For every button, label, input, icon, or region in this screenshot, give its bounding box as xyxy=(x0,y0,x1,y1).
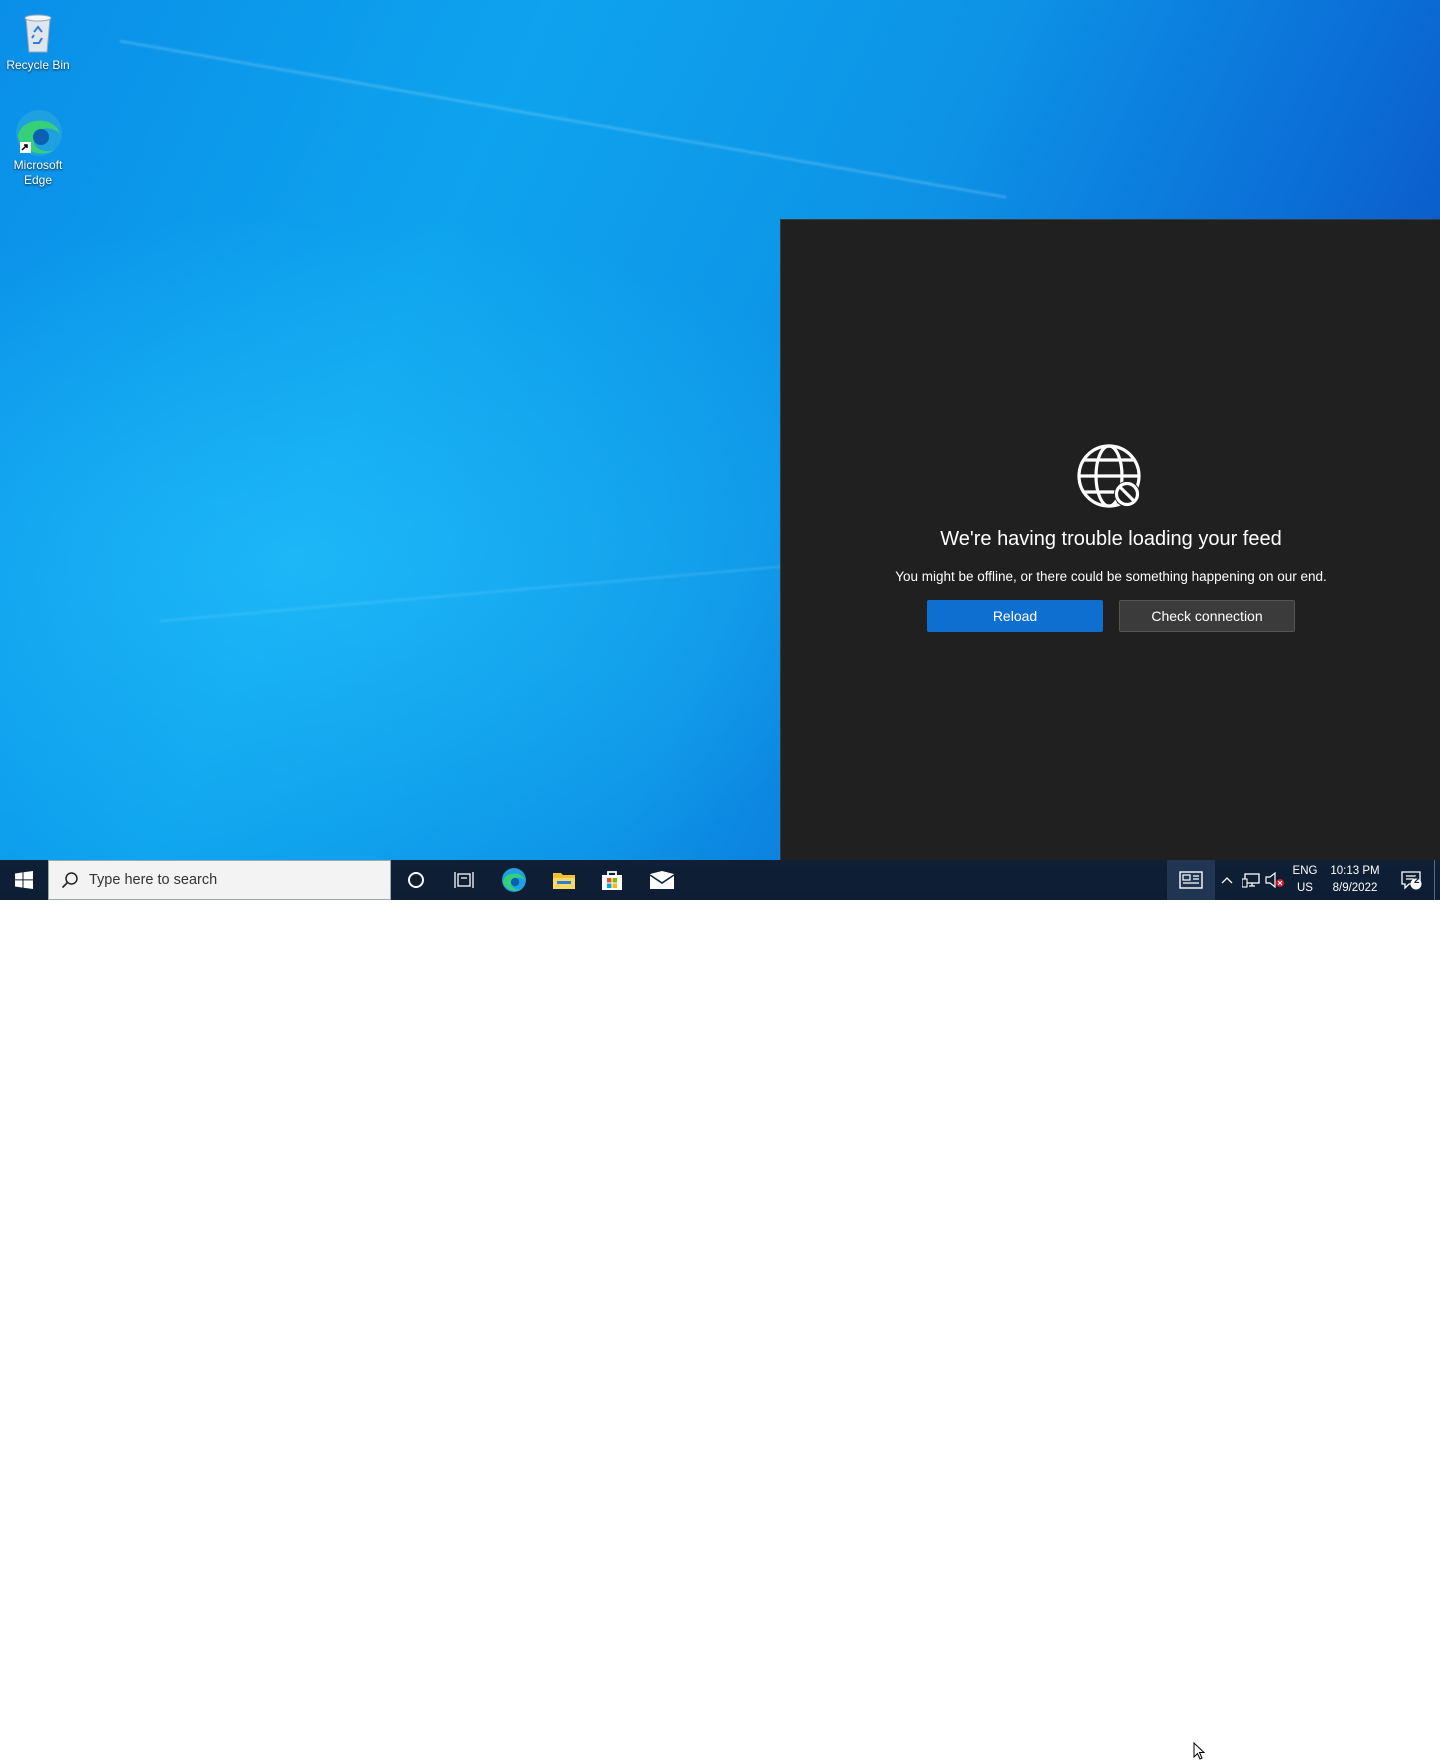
cortana-icon xyxy=(408,872,424,888)
region-label: US xyxy=(1297,882,1313,894)
desktop-icon-label: Recycle Bin xyxy=(6,58,70,72)
start-button[interactable] xyxy=(0,860,48,900)
store-icon xyxy=(602,871,622,890)
task-view-icon xyxy=(454,872,474,888)
recycle-bin-icon xyxy=(14,8,62,56)
search-icon xyxy=(61,872,78,889)
news-interests-button[interactable] xyxy=(1167,860,1215,900)
feed-error-message: You might be offline, or there could be … xyxy=(895,569,1327,584)
search-box[interactable]: Type here to search xyxy=(48,860,391,900)
mail-button[interactable] xyxy=(638,860,686,900)
store-button[interactable] xyxy=(588,860,636,900)
search-placeholder: Type here to search xyxy=(89,872,218,888)
reload-button[interactable]: Reload xyxy=(927,600,1103,632)
network-button[interactable] xyxy=(1239,860,1263,900)
edge-icon xyxy=(502,868,526,892)
show-desktop-button[interactable] xyxy=(1434,860,1440,900)
desktop-icon-label: Microsoft Edge xyxy=(13,158,63,187)
task-view-button[interactable] xyxy=(440,860,488,900)
file-explorer-icon xyxy=(553,873,575,889)
feed-error-title: We're having trouble loading your feed xyxy=(940,528,1282,550)
news-feed-panel: We're having trouble loading your feed Y… xyxy=(780,219,1440,861)
notification-count-badge: 2 xyxy=(1414,875,1420,886)
desktop-icon-edge[interactable]: Microsoft Edge xyxy=(0,108,76,188)
globe-blocked-icon xyxy=(1077,444,1141,508)
file-explorer-button[interactable] xyxy=(540,860,588,900)
volume-muted-icon xyxy=(1265,872,1284,888)
taskbar: Type here to search ENG US 10:13 PM 8/9/… xyxy=(0,860,1440,1760)
windows-logo-icon xyxy=(15,871,33,889)
action-center-button[interactable]: 2 xyxy=(1392,860,1432,900)
show-hidden-icons-button[interactable] xyxy=(1217,860,1237,900)
mouse-cursor-icon xyxy=(1193,1742,1206,1760)
news-icon xyxy=(1179,871,1203,889)
check-connection-button[interactable]: Check connection xyxy=(1119,600,1295,632)
taskbar-edge-button[interactable] xyxy=(490,860,538,900)
clock-button[interactable]: 10:13 PM 8/9/2022 xyxy=(1326,860,1384,900)
language-label: ENG xyxy=(1292,865,1318,877)
mail-icon xyxy=(649,871,675,889)
cortana-button[interactable] xyxy=(392,860,440,900)
desktop-icon-recycle-bin[interactable]: Recycle Bin xyxy=(0,8,76,72)
edge-icon xyxy=(14,108,62,156)
input-language-button[interactable]: ENG US xyxy=(1287,860,1323,900)
wallpaper-light-beam xyxy=(160,558,858,622)
wallpaper-light-beam xyxy=(119,40,1007,199)
chevron-up-icon xyxy=(1221,877,1233,884)
clock-time: 10:13 PM xyxy=(1330,865,1380,877)
network-icon xyxy=(1242,873,1260,888)
feed-error: We're having trouble loading your feed Y… xyxy=(781,444,1440,632)
volume-button[interactable] xyxy=(1263,860,1287,900)
clock-date: 8/9/2022 xyxy=(1332,882,1378,894)
